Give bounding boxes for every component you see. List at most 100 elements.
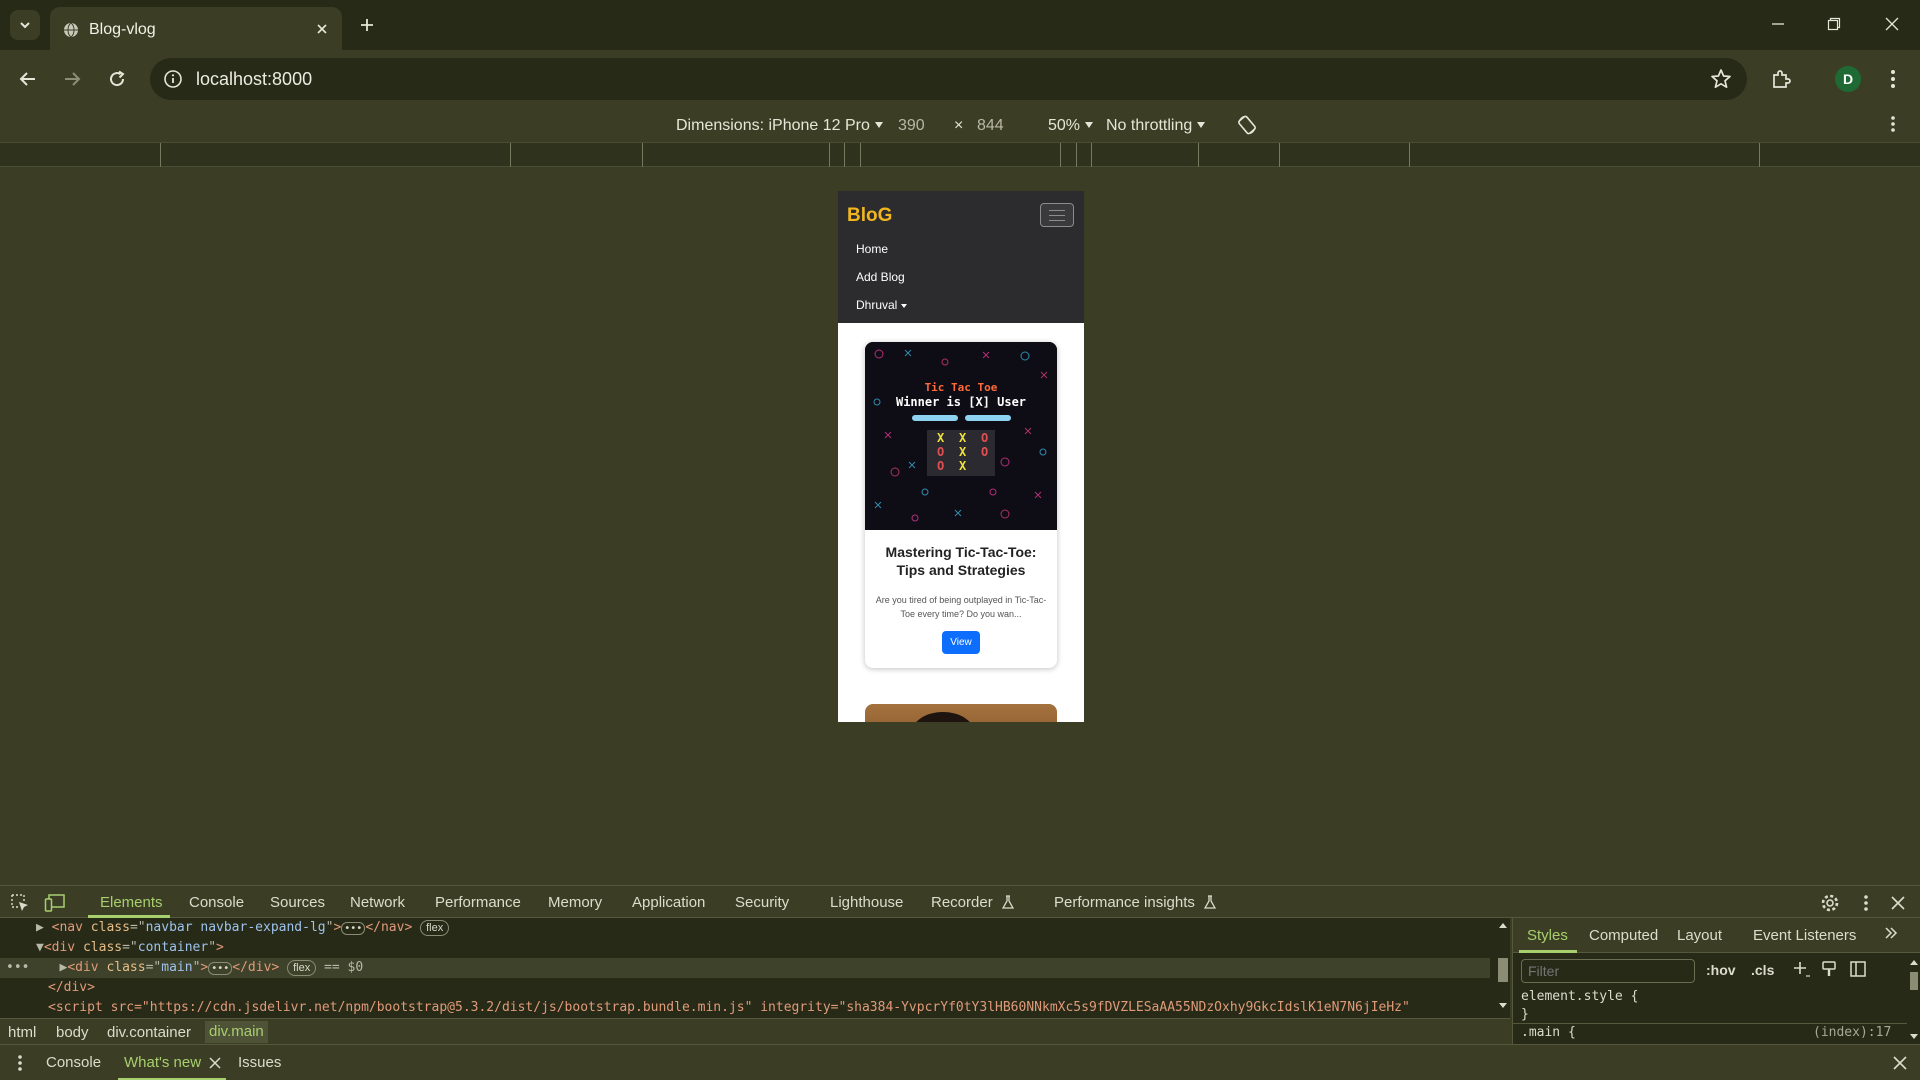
site-brand[interactable]: BloG	[847, 205, 892, 227]
nav-dropdown-user[interactable]: Dhruval	[856, 298, 908, 312]
tab-recorder[interactable]: Recorder	[931, 894, 1014, 911]
tab-performance[interactable]: Performance	[435, 894, 521, 911]
minimize-button[interactable]	[1760, 9, 1796, 39]
tab-network[interactable]: Network	[350, 894, 405, 911]
dom-node-container[interactable]: ▼<div class="container">	[0, 938, 1490, 958]
ruler-tick[interactable]	[1091, 143, 1092, 167]
rule-source-link[interactable]: (index):17	[1813, 1025, 1891, 1040]
view-button[interactable]: View	[942, 631, 980, 654]
address-bar[interactable]: localhost:8000	[150, 58, 1747, 100]
ruler-tick[interactable]	[642, 143, 643, 167]
rotate-button[interactable]	[1236, 114, 1258, 141]
dom-node-nav[interactable]: ▶ <nav class="navbar navbar-expand-lg"> •…	[0, 918, 1490, 938]
new-tab-button[interactable]	[352, 10, 382, 40]
dom-node-script[interactable]: <script src="https://cdn.jsdelivr.net/np…	[0, 998, 1490, 1018]
tab-sources[interactable]: Sources	[270, 894, 325, 911]
device-select[interactable]: Dimensions: iPhone 12 Pro	[676, 117, 883, 135]
browser-menu-button[interactable]	[1879, 65, 1907, 93]
tab-application[interactable]: Application	[632, 894, 705, 911]
back-button[interactable]	[12, 63, 44, 95]
tab-console[interactable]: Console	[189, 894, 244, 911]
collapse-arrow-icon[interactable]: ▼	[36, 940, 44, 955]
zoom-select[interactable]: 50%	[1048, 117, 1094, 135]
width-input[interactable]: 390	[898, 117, 925, 135]
ruler-tick[interactable]	[1279, 143, 1280, 167]
throttling-select[interactable]: No throttling	[1106, 117, 1206, 135]
ruler-tick[interactable]	[1060, 143, 1061, 167]
drawer-close-button[interactable]	[1893, 1056, 1907, 1074]
styles-filter-input[interactable]	[1521, 959, 1695, 983]
device-toolbar-menu[interactable]	[1890, 115, 1896, 138]
class-toggle[interactable]: .cls	[1751, 962, 1774, 978]
nav-link-home[interactable]: Home	[856, 242, 888, 256]
more-dots-icon[interactable]: •••	[6, 960, 29, 975]
hover-state-toggle[interactable]: :hov	[1706, 962, 1736, 978]
styles-scrollbar[interactable]	[1907, 956, 1920, 1044]
more-tabs-button[interactable]	[1883, 925, 1899, 945]
restore-button[interactable]	[1816, 9, 1852, 39]
sidebar-toggle-button[interactable]	[1849, 960, 1867, 981]
reload-button[interactable]	[101, 63, 133, 95]
inspect-element-button[interactable]	[9, 892, 31, 914]
ruler-tick[interactable]	[1076, 143, 1077, 167]
dom-scrollbar[interactable]	[1496, 918, 1510, 1018]
computed-styles-toggle[interactable]	[1820, 960, 1838, 981]
elements-dom-tree[interactable]: ▶ <nav class="navbar navbar-expand-lg"> •…	[0, 918, 1496, 1018]
tab-layout[interactable]: Layout	[1677, 927, 1722, 944]
drawer-menu-button[interactable]	[17, 1054, 23, 1076]
devtools-menu-button[interactable]	[1855, 892, 1877, 914]
breadcrumb-div-main[interactable]: div.main	[205, 1021, 268, 1043]
drawer-tab-close-button[interactable]	[209, 1056, 221, 1073]
dom-node-main-selected[interactable]: ••• ▶<div class="main"> ••• </div> flex == …	[0, 958, 1490, 978]
drawer-tab-whats-new[interactable]: What's new	[124, 1054, 201, 1071]
ruler-tick[interactable]	[844, 143, 845, 167]
tab-performance-insights[interactable]: Performance insights	[1054, 894, 1217, 911]
device-label: Dimensions: iPhone 12 Pro	[676, 117, 870, 134]
tab-search-button[interactable]	[10, 10, 40, 40]
close-icon	[1891, 896, 1905, 910]
ruler-tick[interactable]	[510, 143, 511, 167]
dom-node-close-div[interactable]: </div>	[0, 978, 1490, 998]
breadcrumb-body[interactable]: body	[56, 1024, 89, 1041]
forward-button[interactable]	[56, 63, 88, 95]
collapsed-children[interactable]: •••	[208, 962, 233, 975]
star-icon[interactable]	[1709, 67, 1733, 91]
tab-memory[interactable]: Memory	[548, 894, 602, 911]
device-toggle-button[interactable]	[44, 892, 66, 914]
ruler-tick[interactable]	[160, 143, 161, 167]
extensions-button[interactable]	[1767, 65, 1795, 93]
main-style-rule[interactable]: .main { (index):17	[1513, 1023, 1907, 1044]
profile-avatar[interactable]: D	[1835, 66, 1861, 92]
element-style-rule[interactable]: element.style {	[1521, 989, 1638, 1004]
tab-elements[interactable]: Elements	[100, 894, 163, 911]
site-info-icon[interactable]	[162, 68, 184, 90]
ruler-tick[interactable]	[1759, 143, 1760, 167]
breadcrumb-div-container[interactable]: div.container	[107, 1024, 191, 1041]
browser-tab-active[interactable]: Blog-vlog	[50, 7, 342, 50]
flex-badge[interactable]: flex	[287, 960, 317, 976]
ruler-tick[interactable]	[1409, 143, 1410, 167]
nav-link-add-blog[interactable]: Add Blog	[856, 270, 905, 284]
height-input[interactable]: 844	[977, 117, 1004, 135]
breadcrumb-html[interactable]: html	[8, 1024, 36, 1041]
devtools-close-button[interactable]	[1887, 892, 1909, 914]
tab-security[interactable]: Security	[735, 894, 789, 911]
tab-lighthouse[interactable]: Lighthouse	[830, 894, 903, 911]
tab-styles[interactable]: Styles	[1527, 927, 1568, 944]
drawer-tab-console[interactable]: Console	[46, 1054, 101, 1071]
ruler-tick[interactable]	[860, 143, 861, 167]
devtools-settings-button[interactable]	[1819, 892, 1841, 914]
flex-badge[interactable]: flex	[420, 920, 450, 936]
ruler-tick[interactable]	[829, 143, 830, 167]
tab-event-listeners[interactable]: Event Listeners	[1753, 927, 1856, 944]
ruler-tick[interactable]	[1198, 143, 1199, 167]
drawer-tab-issues[interactable]: Issues	[238, 1054, 281, 1071]
tab-computed[interactable]: Computed	[1589, 927, 1658, 944]
expand-arrow-icon[interactable]: ▶	[36, 920, 44, 935]
hamburger-line	[1049, 215, 1065, 216]
navbar-toggler-button[interactable]	[1040, 203, 1074, 227]
collapsed-children[interactable]: •••	[341, 922, 366, 935]
new-style-rule-button[interactable]	[1792, 960, 1812, 983]
tab-close-button[interactable]	[312, 19, 332, 39]
close-window-button[interactable]	[1874, 9, 1910, 39]
